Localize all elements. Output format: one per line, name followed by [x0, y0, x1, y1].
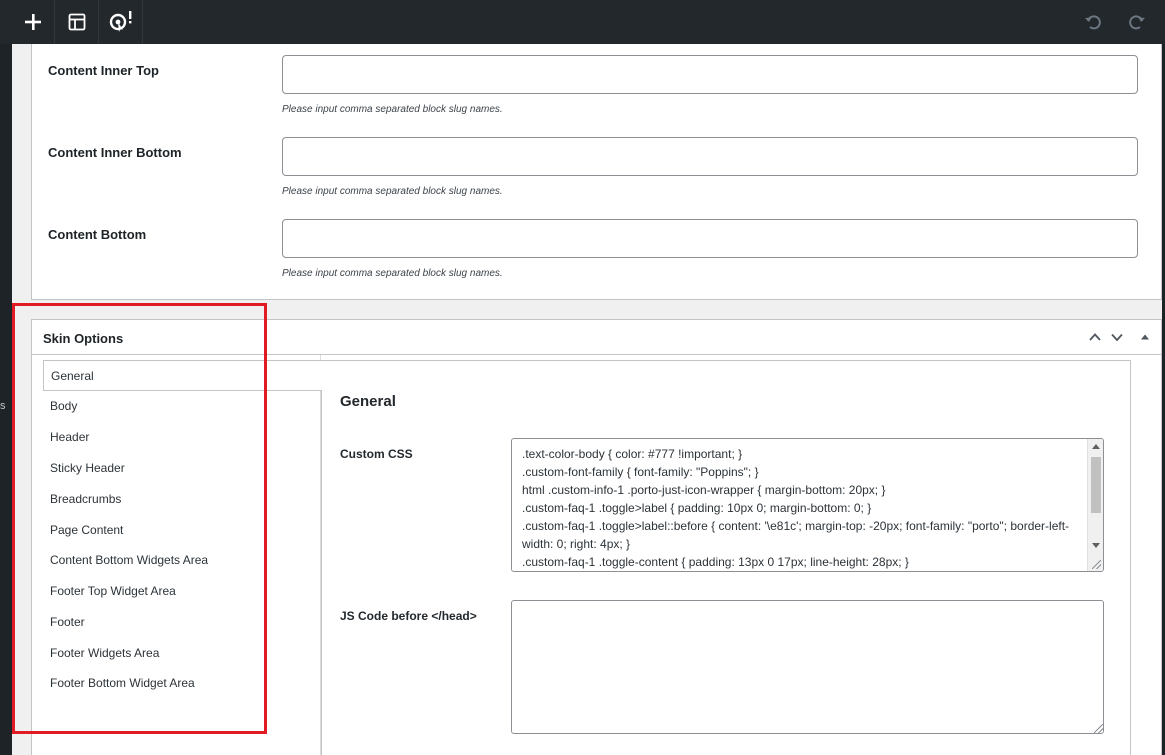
plus-icon: [24, 14, 41, 30]
tab-footer[interactable]: Footer: [43, 607, 321, 638]
field-label: Content Inner Bottom: [48, 145, 182, 160]
scrollbar-thumb[interactable]: [1091, 457, 1101, 513]
move-down-button[interactable]: [1106, 326, 1128, 348]
resize-grip-icon[interactable]: [1094, 724, 1103, 733]
sidebar-edge-glyph: s: [0, 400, 6, 412]
chevron-down-icon: [1111, 333, 1123, 342]
tab-footer-widgets-area[interactable]: Footer Widgets Area: [43, 638, 321, 669]
content-inner-bottom-input[interactable]: [282, 137, 1138, 176]
skin-options-header[interactable]: Skin Options: [32, 320, 1161, 355]
layout-button[interactable]: [55, 0, 99, 44]
field-description: Please input comma separated block slug …: [282, 186, 503, 197]
chevron-up-icon: [1089, 333, 1101, 341]
field-label: Content Inner Top: [48, 63, 159, 78]
toggle-panel-button[interactable]: [1134, 326, 1156, 348]
custom-css-label: Custom CSS: [340, 447, 413, 461]
layout-icon: [68, 13, 85, 31]
tab-header[interactable]: Header: [43, 422, 321, 453]
resize-grip-icon[interactable]: [1092, 560, 1101, 569]
tab-page-content[interactable]: Page Content: [43, 515, 321, 546]
editor-toolbar: [0, 0, 1165, 44]
tab-content-bottom-widgets-area[interactable]: Content Bottom Widgets Area: [43, 545, 321, 576]
redo-button[interactable]: [1115, 0, 1159, 44]
field-description: Please input comma separated block slug …: [282, 268, 503, 279]
undo-button[interactable]: [1071, 0, 1115, 44]
content-area-box: Content Inner Top Please input comma sep…: [31, 44, 1162, 300]
scroll-up-arrow-icon[interactable]: [1092, 444, 1100, 449]
content-inner-top-input[interactable]: [282, 55, 1138, 94]
skin-tabs: General Body Header Sticky Header Breadc…: [32, 355, 322, 755]
general-panel: General Custom CSS .text-color-body { co…: [321, 360, 1131, 755]
move-up-button[interactable]: [1084, 326, 1106, 348]
admin-sidebar-edge: s: [0, 0, 12, 755]
field-description: Please input comma separated block slug …: [282, 104, 503, 115]
skin-options-title: Skin Options: [43, 331, 124, 346]
tab-general[interactable]: General: [43, 360, 322, 391]
tab-footer-bottom-widget-area[interactable]: Footer Bottom Widget Area: [43, 668, 321, 699]
skin-options-box: Skin Options General Body Header Sticky …: [31, 319, 1162, 755]
triangle-up-icon: [1141, 334, 1149, 340]
field-label: Content Bottom: [48, 227, 147, 242]
tab-footer-top-widget-area[interactable]: Footer Top Widget Area: [43, 576, 321, 607]
tab-body[interactable]: Body: [43, 391, 321, 422]
insights-button[interactable]: [99, 0, 143, 44]
panel-title: General: [340, 393, 396, 410]
js-code-textarea[interactable]: [511, 600, 1104, 734]
insights-alert-icon: [109, 11, 131, 32]
js-code-label: JS Code before </head>: [340, 609, 477, 623]
custom-css-content: .text-color-body { color: #777 !importan…: [522, 447, 1070, 569]
custom-css-textarea[interactable]: .text-color-body { color: #777 !importan…: [511, 438, 1104, 572]
redo-icon: [1129, 15, 1145, 30]
content-bottom-input[interactable]: [282, 219, 1138, 258]
tab-breadcrumbs[interactable]: Breadcrumbs: [43, 484, 321, 515]
css-scrollbar[interactable]: [1087, 439, 1103, 571]
tab-sticky-header[interactable]: Sticky Header: [43, 453, 321, 484]
scroll-down-arrow-icon[interactable]: [1092, 543, 1100, 548]
undo-icon: [1085, 15, 1101, 30]
add-block-button[interactable]: [11, 0, 55, 44]
